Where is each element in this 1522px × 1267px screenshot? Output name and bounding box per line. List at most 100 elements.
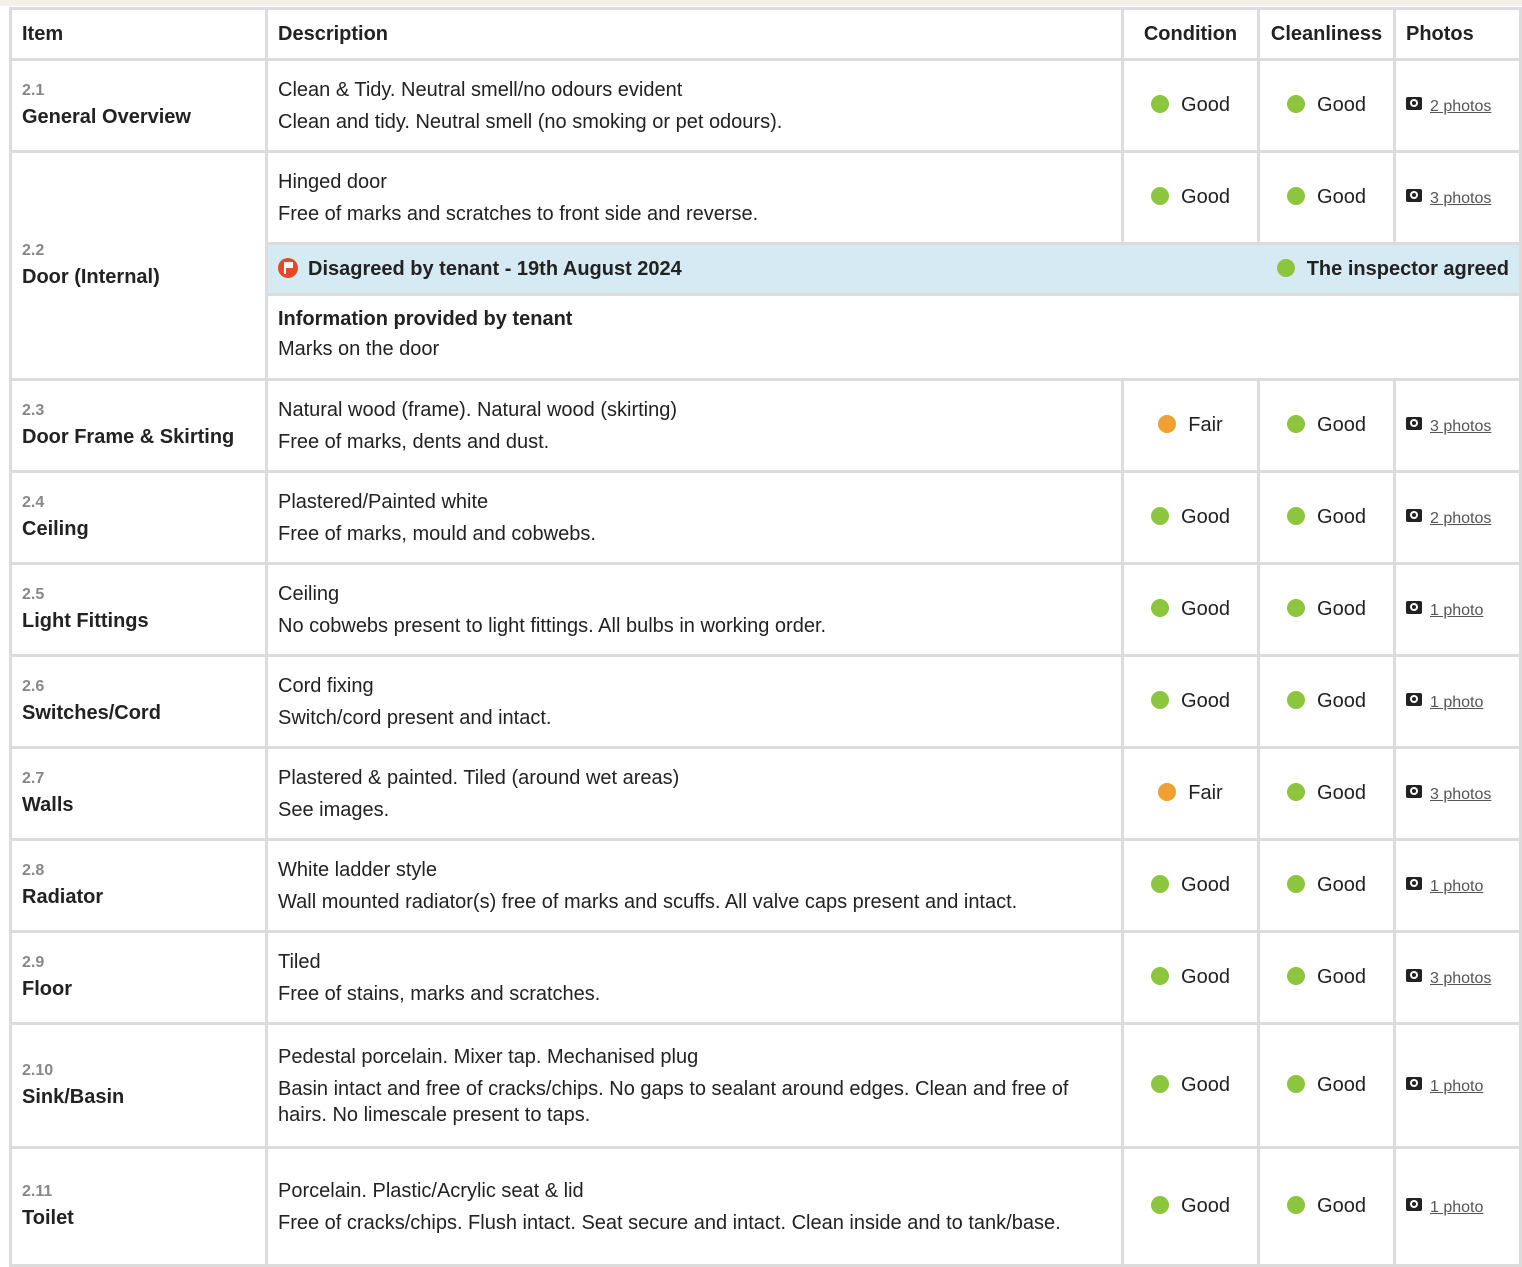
cleanliness-value: Good [1317,782,1366,804]
header-condition: Condition [1121,7,1260,61]
camera-icon [1406,189,1422,202]
description-cell: White ladder style Wall mounted radiator(… [265,838,1124,933]
description-primary: Natural wood (frame). Natural wood (skir… [278,398,678,421]
description-primary: Cord fixing [278,674,374,697]
condition-value: Fair [1188,414,1223,436]
item-number: 2.6 [22,678,45,695]
photos-link[interactable]: 1 photo [1430,602,1483,619]
condition-cell: Fair [1121,378,1260,473]
condition-cell: Good [1121,150,1260,245]
cleanliness-value: Good [1317,94,1366,116]
status-dot-icon [1287,415,1306,433]
description-primary: Ceiling [278,582,340,605]
photos-cell: 3 photos [1393,746,1522,841]
cleanliness-value: Good [1317,690,1366,712]
description-primary: Porcelain. Plastic/Acrylic seat & lid [278,1179,584,1202]
item-name: Radiator [22,886,104,908]
photos-link[interactable]: 3 photos [1430,190,1491,207]
photos-link[interactable]: 1 photo [1430,878,1483,895]
status-dot-icon [1287,599,1306,617]
item-number: 2.3 [22,402,45,419]
camera-icon [1406,1198,1422,1211]
photos-cell: 3 photos [1393,150,1522,245]
photos-cell: 1 photo [1393,838,1522,933]
status-dot-icon [1151,507,1170,525]
item-cell: 2.6 Switches/Cord [9,654,268,749]
item-name: General Overview [22,106,191,128]
table-row: 2.4 Ceiling Plastered/Painted white Free of… [9,470,1522,565]
description-cell: Natural wood (frame). Natural wood (skir… [265,378,1124,473]
header-description: Description [265,7,1124,61]
photos-cell: 1 photo [1393,562,1522,657]
status-dot-icon [1287,967,1306,985]
status-dot-icon [1151,1075,1170,1093]
camera-icon [1406,601,1422,614]
condition-cell: Good [1121,654,1260,749]
cleanliness-cell: Good [1257,562,1396,657]
item-cell: 2.5 Light Fittings [9,562,268,657]
photos-link[interactable]: 1 photo [1430,1199,1483,1216]
status-dot-icon [1151,599,1170,617]
description-primary: Clean & Tidy. Neutral smell/no odours ev… [278,78,683,101]
description-primary: Tiled [278,950,321,973]
description-secondary: Wall mounted radiator(s) free of marks a… [278,890,1018,913]
description-cell: Pedestal porcelain. Mixer tap. Mechanise… [265,1022,1124,1149]
item-cell: 2.7 Walls [9,746,268,841]
condition-cell: Fair [1121,746,1260,841]
description-secondary: No cobwebs present to light fittings. Al… [278,614,827,637]
table-row: 2.6 Switches/Cord Cord fixing Switch/cord p… [9,654,1522,749]
cleanliness-cell: Good [1257,930,1396,1025]
status-dot-icon [1151,95,1170,113]
dispute-banner: Disagreed by tenant - 19th August 2024 Th… [265,242,1522,296]
photos-link[interactable]: 3 photos [1430,418,1491,435]
photos-link[interactable]: 2 photos [1430,98,1491,115]
cleanliness-value: Good [1317,414,1366,436]
table-header-row: Item Description Condition Cleanliness P… [9,7,1522,61]
condition-cell: Good [1121,470,1260,565]
item-name: Sink/Basin [22,1086,125,1108]
cleanliness-value: Good [1317,506,1366,528]
photos-link[interactable]: 1 photo [1430,1078,1483,1095]
item-cell: 2.1 General Overview [9,58,268,153]
flag-icon [278,257,298,278]
description-secondary: Free of marks, dents and dust. [278,430,550,453]
photos-link[interactable]: 3 photos [1430,970,1491,987]
condition-value: Good [1181,94,1230,116]
item-number: 2.1 [22,82,45,99]
table-row: 2.9 Floor Tiled Free of stains, marks and s… [9,930,1522,1025]
description-secondary: See images. [278,798,390,821]
description-cell: Plastered/Painted white Free of marks, mo… [265,470,1124,565]
description-cell: Plastered & painted. Tiled (around wet a… [265,746,1124,841]
condition-value: Good [1181,506,1230,528]
cleanliness-cell: Good [1257,1022,1396,1149]
status-dot-icon [1151,691,1170,709]
description-primary: Plastered & painted. Tiled (around wet a… [278,766,680,789]
status-dot-icon [1151,967,1170,985]
description-secondary: Switch/cord present and intact. [278,706,552,729]
cleanliness-cell: Good [1257,58,1396,153]
item-name: Ceiling [22,518,89,540]
status-dot-icon [1151,187,1170,205]
dispute-outcome: The inspector agreed [1276,258,1509,281]
status-dot-icon [1287,783,1306,801]
item-name: Light Fittings [22,610,149,632]
status-dot-icon [1287,187,1306,205]
table-row: 2.2 Door (Internal) Hinged door Free of mar… [9,150,1522,381]
table-row: 2.8 Radiator White ladder style Wall mounte… [9,838,1522,933]
status-dot-icon [1158,415,1177,433]
item-number: 2.4 [22,494,45,511]
top-band [0,0,1522,6]
photos-cell: 2 photos [1393,58,1522,153]
status-dot-icon [1151,875,1170,893]
photos-link[interactable]: 1 photo [1430,694,1483,711]
item-number: 2.8 [22,862,45,879]
cleanliness-value: Good [1317,874,1366,896]
condition-value: Good [1181,690,1230,712]
camera-icon [1406,877,1422,890]
photos-link[interactable]: 2 photos [1430,510,1491,527]
condition-cell: Good [1121,930,1260,1025]
cleanliness-cell: Good [1257,150,1396,245]
cleanliness-value: Good [1317,1195,1366,1217]
condition-cell: Good [1121,58,1260,153]
photos-link[interactable]: 3 photos [1430,786,1491,803]
